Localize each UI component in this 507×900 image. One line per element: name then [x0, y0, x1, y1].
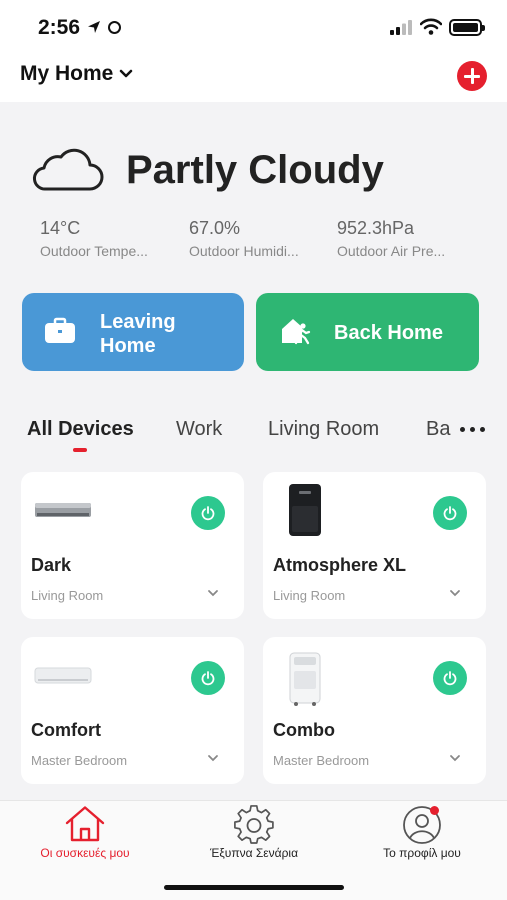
device-card-comfort[interactable]: Comfort Master Bedroom	[21, 637, 244, 784]
nav-smart-scenes[interactable]: Έξυπνα Σενάρια	[169, 801, 339, 881]
power-icon	[201, 506, 215, 521]
tab-all-devices[interactable]: All Devices	[27, 418, 134, 441]
more-tabs-button[interactable]	[452, 414, 492, 444]
scene-label: Leaving Home	[100, 311, 176, 357]
device-name: Dark	[31, 555, 72, 575]
gear-icon	[234, 805, 274, 844]
metric-value: 952.3hPa	[337, 218, 415, 238]
chevron-down-icon[interactable]	[449, 754, 461, 762]
active-tab-indicator	[73, 448, 87, 452]
tab-work[interactable]: Work	[176, 418, 222, 441]
nav-my-profile[interactable]: Το προφίλ μου	[337, 801, 507, 881]
air-conditioner-image	[34, 667, 92, 684]
tab-living-room[interactable]: Living Room	[268, 418, 379, 441]
screen-recording-icon	[108, 21, 121, 34]
power-toggle[interactable]	[191, 661, 225, 695]
leaving-home-scene-button[interactable]: Leaving Home	[22, 293, 244, 371]
profile-icon	[403, 806, 441, 844]
device-name: Comfort	[31, 720, 101, 740]
power-icon	[443, 671, 457, 686]
device-card-dark[interactable]: Dark Living Room	[21, 472, 244, 619]
device-card-combo[interactable]: Combo Master Bedroom	[263, 637, 486, 784]
power-icon	[201, 671, 215, 686]
scene-label: Back Home	[334, 322, 443, 344]
device-room: Master Bedroom	[273, 753, 370, 768]
cloud-icon	[32, 148, 104, 191]
tab-bathroom[interactable]: Ba	[426, 418, 450, 441]
home-icon	[65, 806, 105, 842]
nav-label: Έξυπνα Σενάρια	[209, 846, 299, 860]
device-name: Atmosphere XL	[273, 555, 407, 575]
device-room: Living Room	[31, 588, 104, 603]
device-room: Living Room	[273, 588, 346, 603]
metric-value: 14°C	[40, 218, 81, 238]
add-device-button[interactable]	[457, 61, 487, 91]
location-arrow-icon	[88, 21, 100, 33]
power-toggle[interactable]	[433, 661, 467, 695]
device-room: Master Bedroom	[31, 753, 128, 768]
power-toggle[interactable]	[433, 496, 467, 530]
chevron-down-icon	[120, 69, 133, 78]
outdoor-humidity: 67.0% Outdoor Humidi...	[189, 218, 329, 259]
briefcase-icon	[45, 317, 75, 343]
nav-my-devices[interactable]: Οι συσκευές μου	[0, 801, 170, 881]
metric-value: 67.0%	[189, 218, 241, 238]
home-selector[interactable]: My Home	[20, 62, 133, 86]
back-home-scene-button[interactable]: Back Home	[256, 293, 479, 371]
air-conditioner-image	[35, 503, 91, 517]
device-card-atmosphere-xl[interactable]: Atmosphere XL Living Room	[263, 472, 486, 619]
battery-icon	[449, 19, 485, 36]
chevron-down-icon[interactable]	[207, 589, 219, 597]
status-time: 2:56	[38, 16, 81, 39]
cellular-signal-icon	[390, 20, 412, 35]
weather-condition: Partly Cloudy	[126, 148, 384, 192]
metric-label: Outdoor Humidi...	[189, 243, 299, 259]
chevron-down-icon[interactable]	[449, 589, 461, 597]
home-walk-icon	[282, 319, 311, 345]
metric-label: Outdoor Tempe...	[40, 243, 148, 259]
portable-air-cooler-image	[289, 652, 321, 706]
wifi-icon	[420, 18, 442, 35]
outdoor-temperature: 14°C Outdoor Tempe...	[40, 218, 180, 259]
home-indicator	[164, 885, 344, 890]
chevron-down-icon[interactable]	[207, 754, 219, 762]
status-bar: 2:56	[0, 0, 507, 52]
power-icon	[443, 506, 457, 521]
metric-label: Outdoor Air Pre...	[337, 243, 446, 259]
dehumidifier-image	[289, 484, 321, 536]
outdoor-air-pressure: 952.3hPa Outdoor Air Pre...	[337, 218, 477, 259]
nav-label: Οι συσκευές μου	[40, 846, 130, 860]
device-name: Combo	[273, 720, 335, 740]
nav-label: Το προφίλ μου	[383, 846, 461, 860]
app-header: My Home	[0, 52, 507, 102]
power-toggle[interactable]	[191, 496, 225, 530]
home-name: My Home	[20, 62, 114, 85]
